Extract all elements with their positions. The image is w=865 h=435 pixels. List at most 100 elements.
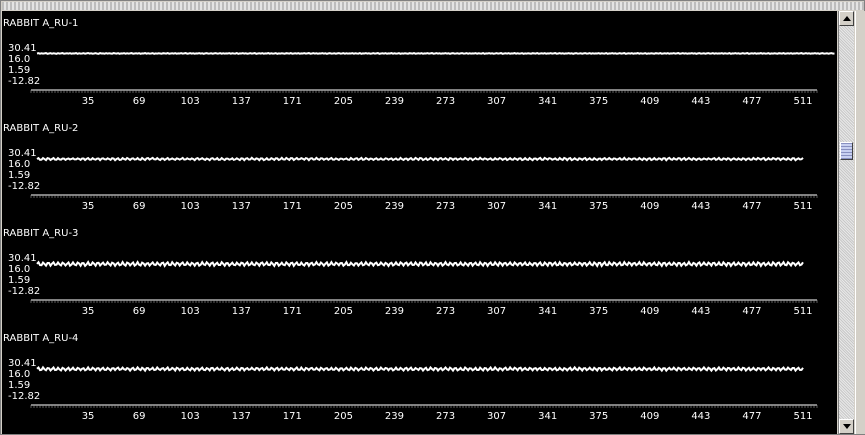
chart-panel: RABBIT A_RU-1 30.4116.01.59-12.82 35 69 103 1… [3,18,835,107]
x-tick-label: 341 [538,306,557,317]
x-tick-label: 273 [436,306,455,317]
y-tick-label: 30.41 [8,148,37,159]
x-tick-label: 341 [538,201,557,212]
x-tick-label: 35 [82,411,95,422]
y-tick-label: -12.82 [8,391,40,402]
x-tick-label: 35 [82,306,95,317]
x-tick-label: 409 [640,411,659,422]
scroll-track[interactable] [839,26,854,419]
x-tick-label: 375 [589,306,608,317]
x-tick-label: 341 [538,96,557,107]
x-tick-label: 205 [334,96,353,107]
x-tick-label: 239 [385,201,404,212]
y-tick-label: 1.59 [8,170,30,181]
x-tick-label: 409 [640,96,659,107]
x-tick-label: 375 [589,96,608,107]
y-tick-label: 16.0 [8,54,30,65]
x-tick-label: 205 [334,411,353,422]
x-tick-label: 477 [742,411,761,422]
x-tick-label: 409 [640,201,659,212]
vertical-scrollbar[interactable] [838,11,854,434]
y-tick-label: 16.0 [8,159,30,170]
series-line [36,51,835,55]
x-tick-label: 69 [133,411,146,422]
plot-area: RABBIT A_RU-1 30.41 16.0 1.59 -12.82 35 69 103 1… [2,11,837,434]
x-tick-label: 35 [82,201,95,212]
y-tick-label: 30.41 [8,253,37,264]
x-tick-label: 239 [385,306,404,317]
y-tick-label: 1.59 [8,275,30,286]
x-tick-label: 69 [133,96,146,107]
x-tick-label: 511 [793,411,812,422]
x-tick-label: 171 [283,411,302,422]
series-line [36,156,804,162]
x-tick-label: 477 [742,201,761,212]
x-tick-label: 273 [436,96,455,107]
chart-panel: RABBIT A_RU-2 30.4116.01.59-12.82 35 69 103 1… [3,123,818,212]
chart-panel: RABBIT A_RU-3 30.4116.01.59-12.82 35 69 103 1… [3,228,818,317]
x-tick-label: 35 [82,96,95,107]
y-tick-label: -12.82 [8,286,40,297]
x-tick-label: 511 [793,306,812,317]
x-tick-label: 171 [283,201,302,212]
series-line [36,260,804,268]
x-tick-label: 307 [487,96,506,107]
y-tick-label: -12.82 [8,181,40,192]
window-frame: RABBIT A_RU-1 30.41 16.0 1.59 -12.82 35 69 103 1… [0,0,865,435]
x-tick-label: 137 [232,411,251,422]
x-tick-label: 103 [181,96,200,107]
chart-title: RABBIT A_RU-1 [3,18,78,29]
scroll-thumb[interactable] [840,142,853,160]
triangle-down-icon [842,424,851,429]
y-tick-label: 1.59 [8,380,30,391]
x-tick-label: 375 [589,201,608,212]
plots-svg: RABBIT A_RU-130.4116.01.59-12.8235 69 103 1… [3,18,835,422]
x-tick-label: 273 [436,201,455,212]
x-tick-label: 205 [334,306,353,317]
x-tick-label: 307 [487,411,506,422]
x-tick-label: 103 [181,306,200,317]
x-tick-label: 511 [793,96,812,107]
scroll-down-button[interactable] [839,419,854,434]
right-border-strip [855,11,865,434]
x-tick-label: 171 [283,96,302,107]
y-tick-label: 1.59 [8,65,30,76]
y-tick-label: 16.0 [8,369,30,380]
x-tick-label: 307 [487,306,506,317]
x-tick-label: 137 [232,201,251,212]
x-tick-label: 443 [691,201,710,212]
x-tick-label: 171 [283,306,302,317]
x-tick-label: 69 [133,201,146,212]
y-tick-label: 16.0 [8,264,30,275]
x-tick-label: 103 [181,411,200,422]
top-border-strip [2,2,864,10]
y-tick-label: 30.41 [8,43,37,54]
x-tick-label: 375 [589,411,608,422]
chart-panel: RABBIT A_RU-4 30.4116.01.59-12.82 35 69 103 1… [3,333,818,422]
y-tick-label: 30.41 [8,358,37,369]
chart-title: RABBIT A_RU-4 [3,333,78,344]
x-tick-label: 307 [487,201,506,212]
x-tick-label: 103 [181,201,200,212]
x-tick-label: 477 [742,306,761,317]
scroll-up-button[interactable] [839,11,854,26]
x-tick-label: 205 [334,201,353,212]
x-tick-label: 137 [232,306,251,317]
y-tick-label: -12.82 [8,76,40,87]
x-tick-label: 409 [640,306,659,317]
x-tick-label: 137 [232,96,251,107]
x-tick-label: 443 [691,306,710,317]
x-tick-label: 273 [436,411,455,422]
x-tick-label: 443 [691,411,710,422]
chart-title: RABBIT A_RU-3 [3,228,78,239]
chart-title: RABBIT A_RU-2 [3,123,78,134]
x-tick-label: 443 [691,96,710,107]
series-line [36,365,804,373]
triangle-up-icon [842,16,851,21]
x-tick-label: 477 [742,96,761,107]
x-tick-label: 239 [385,96,404,107]
x-tick-label: 239 [385,411,404,422]
x-tick-label: 69 [133,306,146,317]
x-tick-label: 341 [538,411,557,422]
x-tick-label: 511 [793,201,812,212]
